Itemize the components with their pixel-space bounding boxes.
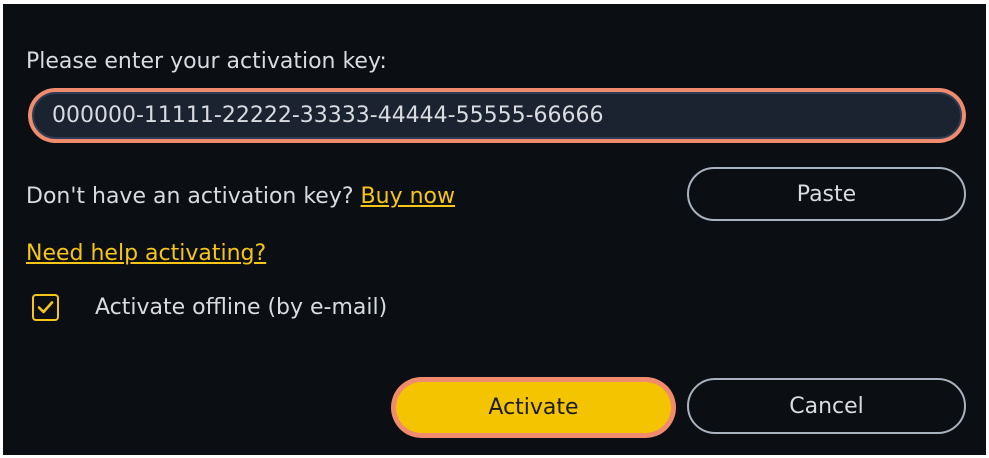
activation-dialog: Please enter your activation key: Don't … bbox=[3, 4, 986, 455]
activate-offline-checkbox[interactable] bbox=[32, 293, 59, 321]
cancel-button[interactable]: Cancel bbox=[687, 378, 966, 434]
activate-button-highlight: Activate bbox=[391, 377, 676, 438]
activation-key-input[interactable] bbox=[32, 92, 962, 139]
checkmark-icon bbox=[37, 300, 54, 313]
paste-button[interactable]: Paste bbox=[687, 167, 966, 221]
activate-offline-option[interactable]: Activate offline (by e-mail) bbox=[32, 292, 387, 322]
activation-key-prompt: Please enter your activation key: bbox=[26, 49, 387, 74]
activate-offline-label: Activate offline (by e-mail) bbox=[95, 294, 388, 320]
no-key-row: Don't have an activation key? Buy now bbox=[26, 183, 455, 211]
activation-key-highlight bbox=[28, 88, 966, 143]
buy-now-link[interactable]: Buy now bbox=[361, 184, 455, 209]
activate-button[interactable]: Activate bbox=[396, 382, 671, 433]
need-help-link[interactable]: Need help activating? bbox=[26, 240, 266, 268]
no-key-text: Don't have an activation key? bbox=[26, 184, 354, 209]
